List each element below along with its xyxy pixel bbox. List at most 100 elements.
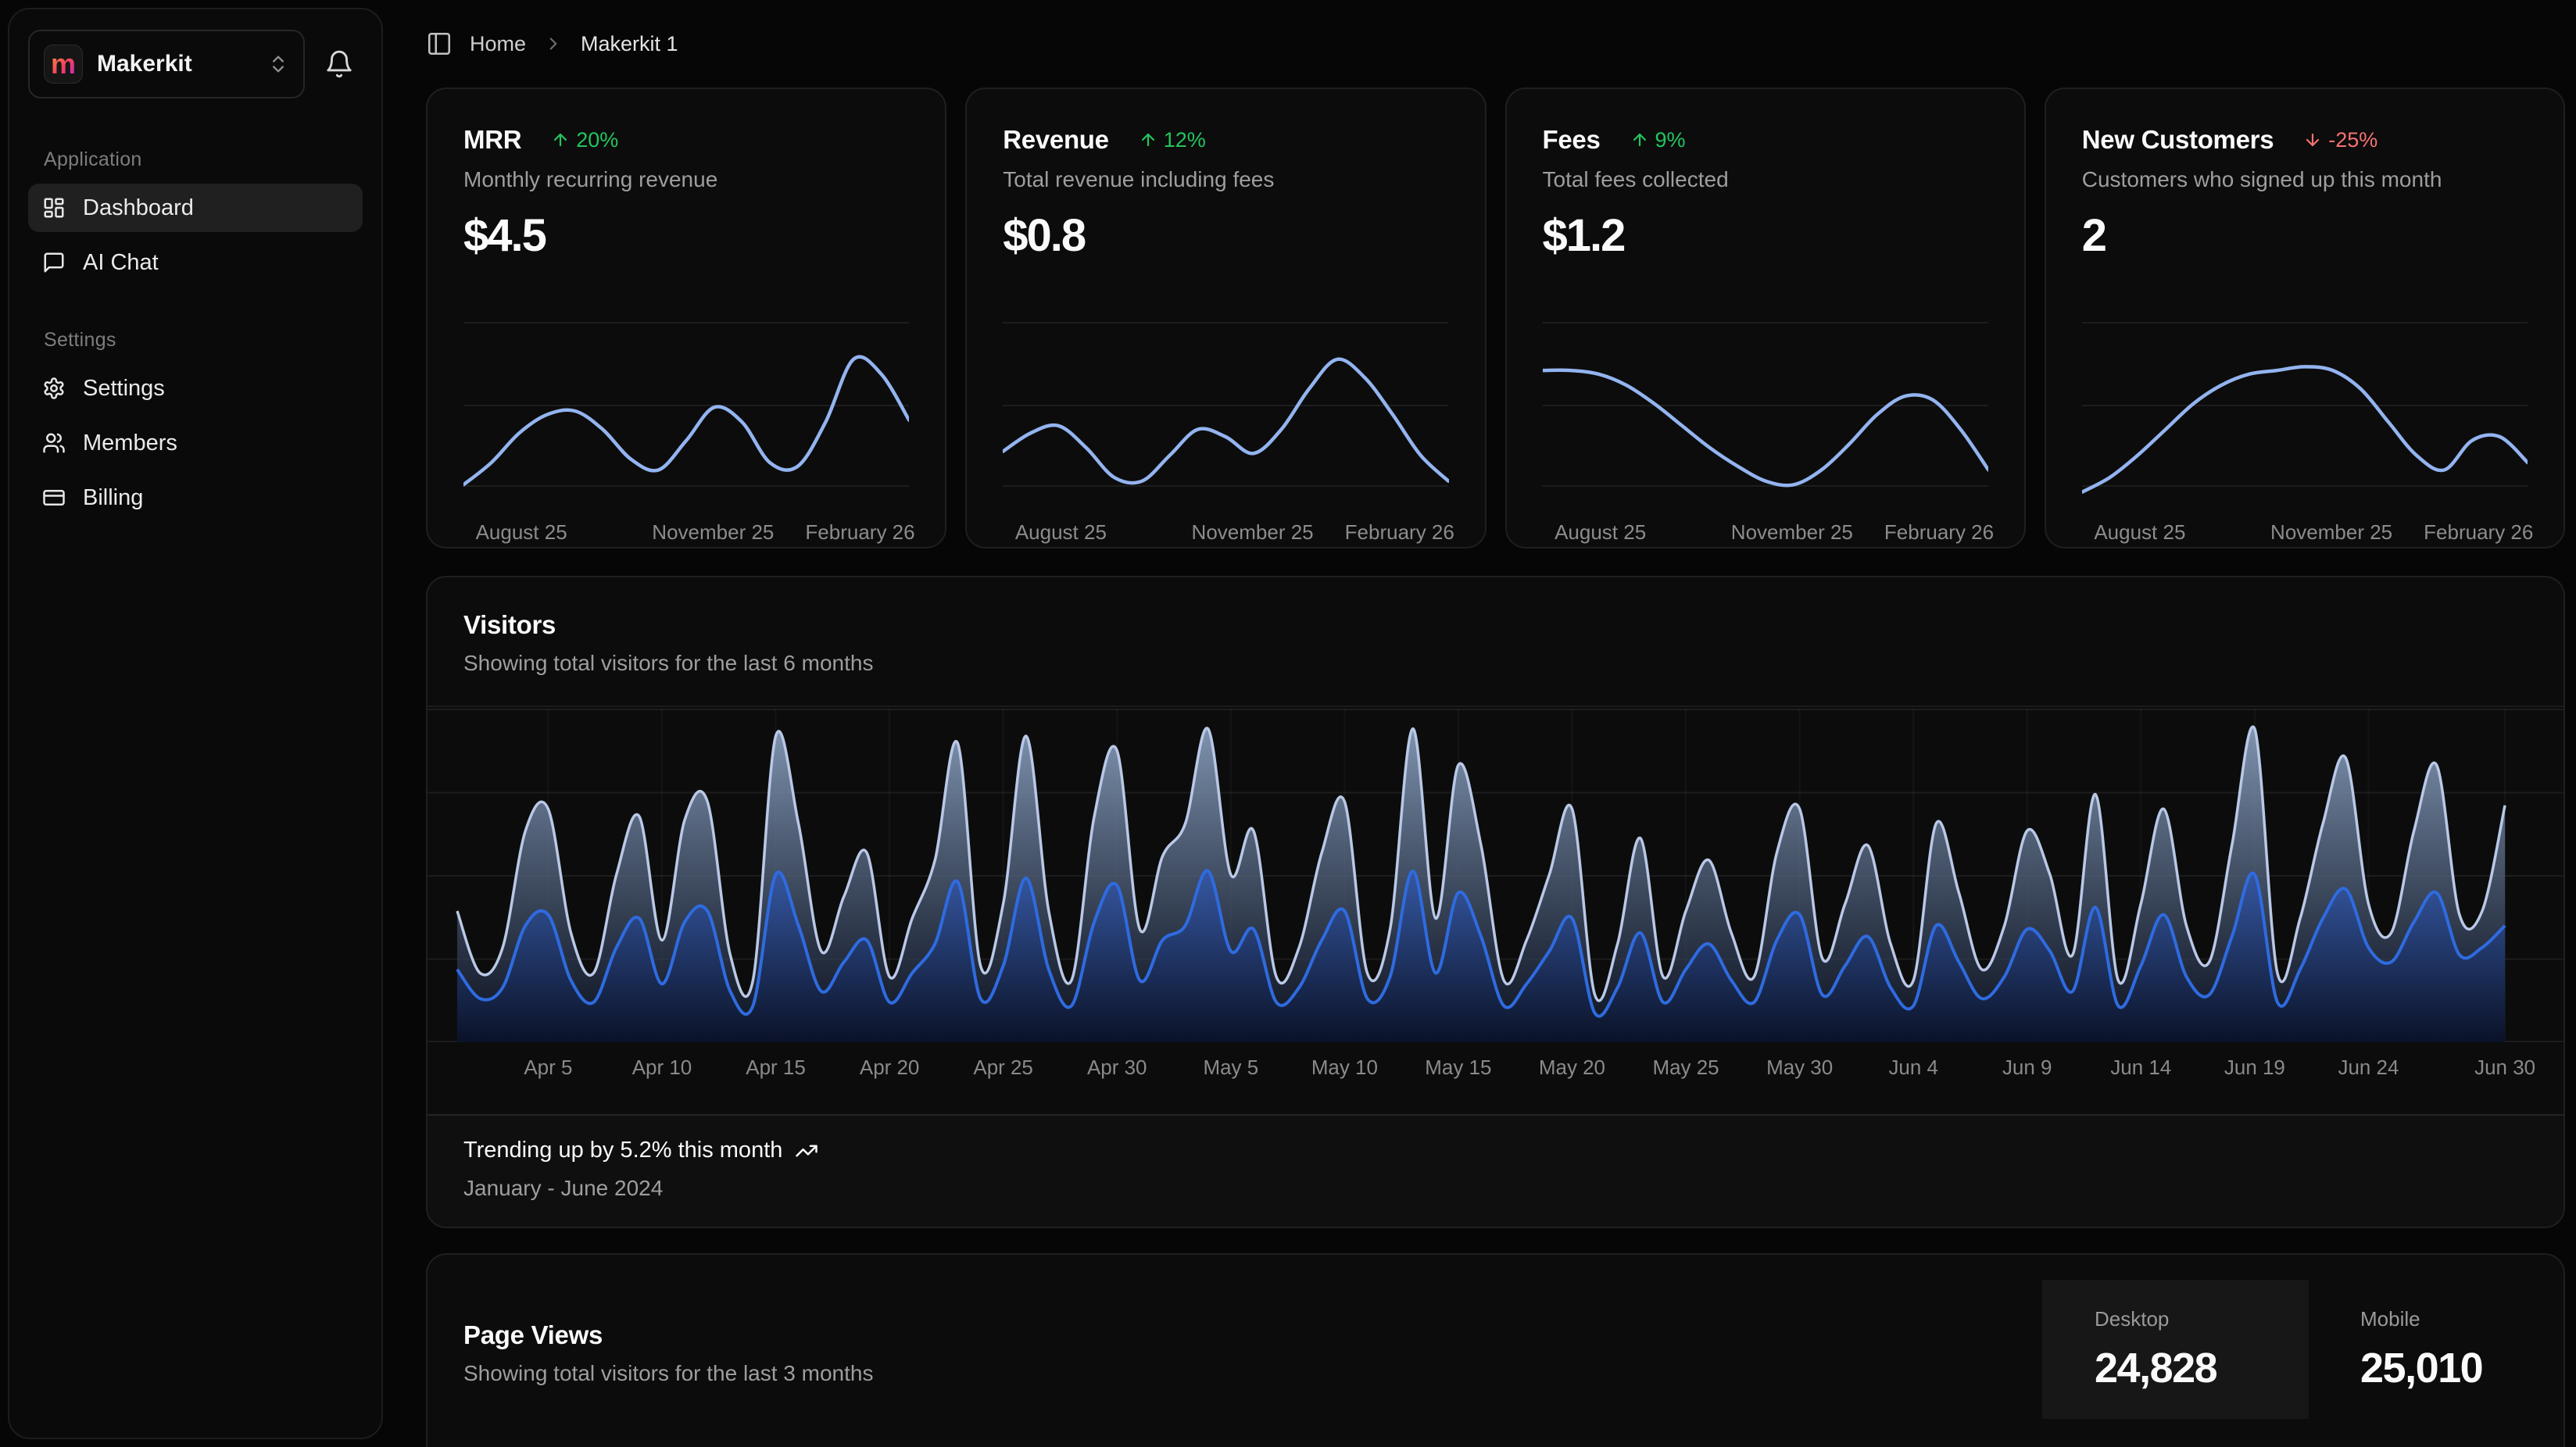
- stat-card-fees: Fees9%Total fees collected$1.2August 25N…: [1505, 88, 2026, 548]
- svg-text:Apr 5: Apr 5: [524, 1056, 572, 1079]
- stat-subtitle: Monthly recurring revenue: [463, 167, 909, 192]
- sidebar-item-label: Dashboard: [83, 195, 194, 221]
- page-views-toggles: Desktop 24,828 Mobile 25,010: [2042, 1280, 2565, 1419]
- stat-change-value: 12%: [1164, 128, 1206, 152]
- svg-text:Jun 19: Jun 19: [2224, 1056, 2285, 1079]
- sparkline-tick-label: February 26: [1345, 520, 1454, 545]
- stat-title: Revenue: [1003, 125, 1108, 155]
- stat-change-value: -25%: [2328, 128, 2377, 152]
- visitors-title: Visitors: [463, 610, 2528, 640]
- breadcrumb: Home Makerkit 1: [426, 0, 2565, 88]
- stat-change-badge: 12%: [1139, 128, 1206, 152]
- billing-icon: [42, 486, 66, 509]
- sidebar-item-settings[interactable]: Settings: [28, 364, 363, 413]
- sparkline-tick-label: August 25: [1555, 520, 1646, 545]
- visitors-date-range: January - June 2024: [463, 1176, 2528, 1201]
- chevron-right-icon: [543, 34, 564, 54]
- visitors-area-chart: Apr 5 Apr 10 Apr 15 Apr 20 Apr 25 Apr 30 May 5…: [428, 709, 2563, 1085]
- svg-text:May 20: May 20: [1539, 1056, 1605, 1079]
- team-selector[interactable]: m Makerkit: [28, 30, 305, 98]
- sidebar: m Makerkit Application Dashboard AI Chat Se…: [8, 8, 383, 1439]
- sidebar-item-label: Settings: [83, 376, 165, 402]
- notifications-button[interactable]: [316, 30, 363, 98]
- stat-subtitle: Total revenue including fees: [1003, 167, 1448, 192]
- stat-x-axis: August 25November 25February 26: [463, 520, 909, 548]
- page-views-toggle-value: 25,010: [2360, 1344, 2565, 1392]
- stat-sparkline-chart: [2082, 311, 2528, 508]
- svg-text:Jun 14: Jun 14: [2110, 1056, 2171, 1079]
- stat-subtitle: Total fees collected: [1543, 167, 1988, 192]
- page-views-toggle-desktop[interactable]: Desktop 24,828: [2042, 1280, 2309, 1419]
- page-views-toggle-mobile[interactable]: Mobile 25,010: [2360, 1280, 2565, 1419]
- bell-icon: [324, 49, 354, 79]
- svg-text:Jun 9: Jun 9: [2002, 1056, 2052, 1079]
- svg-text:May 10: May 10: [1311, 1056, 1378, 1079]
- stat-subtitle: Customers who signed up this month: [2082, 167, 2528, 192]
- sparkline-tick-label: February 26: [2424, 520, 2533, 545]
- stat-title: New Customers: [2082, 125, 2274, 155]
- settings-icon: [42, 377, 66, 400]
- sparkline-tick-label: November 25: [652, 520, 774, 545]
- stat-cards-row: MRR20%Monthly recurring revenue$4.5Augus…: [426, 88, 2565, 548]
- sparkline-tick-label: February 26: [1884, 520, 1994, 545]
- sparkline-tick-label: August 25: [476, 520, 567, 545]
- stat-x-axis: August 25November 25February 26: [1003, 520, 1448, 548]
- stat-sparkline-chart: [1543, 311, 1988, 508]
- stat-change-badge: -25%: [2303, 128, 2377, 152]
- sidebar-item-billing[interactable]: Billing: [28, 473, 363, 522]
- svg-text:May 25: May 25: [1652, 1056, 1719, 1079]
- arrow-up-icon: [1139, 130, 1157, 149]
- stat-value: $4.5: [463, 209, 909, 262]
- sidebar-item-dashboard[interactable]: Dashboard: [28, 184, 363, 232]
- svg-text:Apr 10: Apr 10: [632, 1056, 692, 1079]
- sidebar-item-label: Billing: [83, 485, 143, 511]
- svg-text:Apr 25: Apr 25: [973, 1056, 1032, 1079]
- svg-text:May 30: May 30: [1766, 1056, 1833, 1079]
- stat-sparkline-chart: [1003, 311, 1448, 508]
- sidebar-item-label: Members: [83, 431, 177, 456]
- trending-up-icon: [795, 1139, 818, 1163]
- page-views-toggle-label: Mobile: [2360, 1307, 2565, 1331]
- visitors-trend-text: Trending up by 5.2% this month: [463, 1138, 782, 1163]
- stat-sparkline-chart: [463, 311, 909, 508]
- page-views-card: Page Views Showing total visitors for th…: [426, 1253, 2565, 1447]
- sidebar-item-members[interactable]: Members: [28, 419, 363, 467]
- sparkline-tick-label: February 26: [805, 520, 914, 545]
- page-views-toggle-label: Desktop: [2095, 1307, 2309, 1331]
- arrow-up-icon: [1630, 130, 1649, 149]
- visitors-footer: Trending up by 5.2% this month January -…: [428, 1114, 2563, 1227]
- chat-icon: [42, 251, 66, 274]
- svg-text:Apr 20: Apr 20: [860, 1056, 919, 1079]
- stat-change-badge: 9%: [1630, 128, 1686, 152]
- nav-section-label-application: Application: [44, 148, 363, 171]
- stat-x-axis: August 25November 25February 26: [2082, 520, 2528, 548]
- team-name: Makerkit: [97, 51, 253, 77]
- stat-title: Fees: [1543, 125, 1601, 155]
- makerkit-logo: m: [44, 45, 83, 84]
- svg-text:May 5: May 5: [1203, 1056, 1258, 1079]
- sparkline-tick-label: August 25: [2094, 520, 2185, 545]
- visitors-header: Visitors Showing total visitors for the …: [428, 577, 2563, 707]
- main-content: Home Makerkit 1 MRR20%Monthly recurring …: [426, 0, 2565, 1447]
- members-icon: [42, 431, 66, 455]
- svg-text:May 15: May 15: [1425, 1056, 1491, 1079]
- sidebar-item-ai-chat[interactable]: AI Chat: [28, 238, 363, 287]
- visitors-subtitle: Showing total visitors for the last 6 mo…: [463, 651, 2528, 676]
- sidebar-nav: ApplicationDashboardAI ChatSettingsSetti…: [28, 148, 363, 522]
- stat-card-revenue: Revenue12%Total revenue including fees$0…: [965, 88, 1486, 548]
- page-views-toggle-value: 24,828: [2095, 1344, 2309, 1392]
- arrow-down-icon: [2303, 130, 2322, 149]
- sidebar-toggle-button[interactable]: [426, 30, 453, 57]
- svg-text:Jun 4: Jun 4: [1888, 1056, 1937, 1079]
- svg-text:Apr 15: Apr 15: [746, 1056, 805, 1079]
- sparkline-tick-label: August 25: [1015, 520, 1107, 545]
- dashboard-icon: [42, 196, 66, 220]
- visitors-card: Visitors Showing total visitors for the …: [426, 576, 2565, 1228]
- stat-x-axis: August 25November 25February 26: [1543, 520, 1988, 548]
- svg-text:Jun 30: Jun 30: [2474, 1056, 2535, 1079]
- svg-text:Apr 30: Apr 30: [1087, 1056, 1147, 1079]
- sparkline-tick-label: November 25: [1192, 520, 1314, 545]
- stat-card-new-customers: New Customers -25% Customers who signed up…: [2045, 88, 2565, 548]
- stat-value: 2: [2082, 209, 2528, 262]
- breadcrumb-home-link[interactable]: Home: [470, 32, 526, 56]
